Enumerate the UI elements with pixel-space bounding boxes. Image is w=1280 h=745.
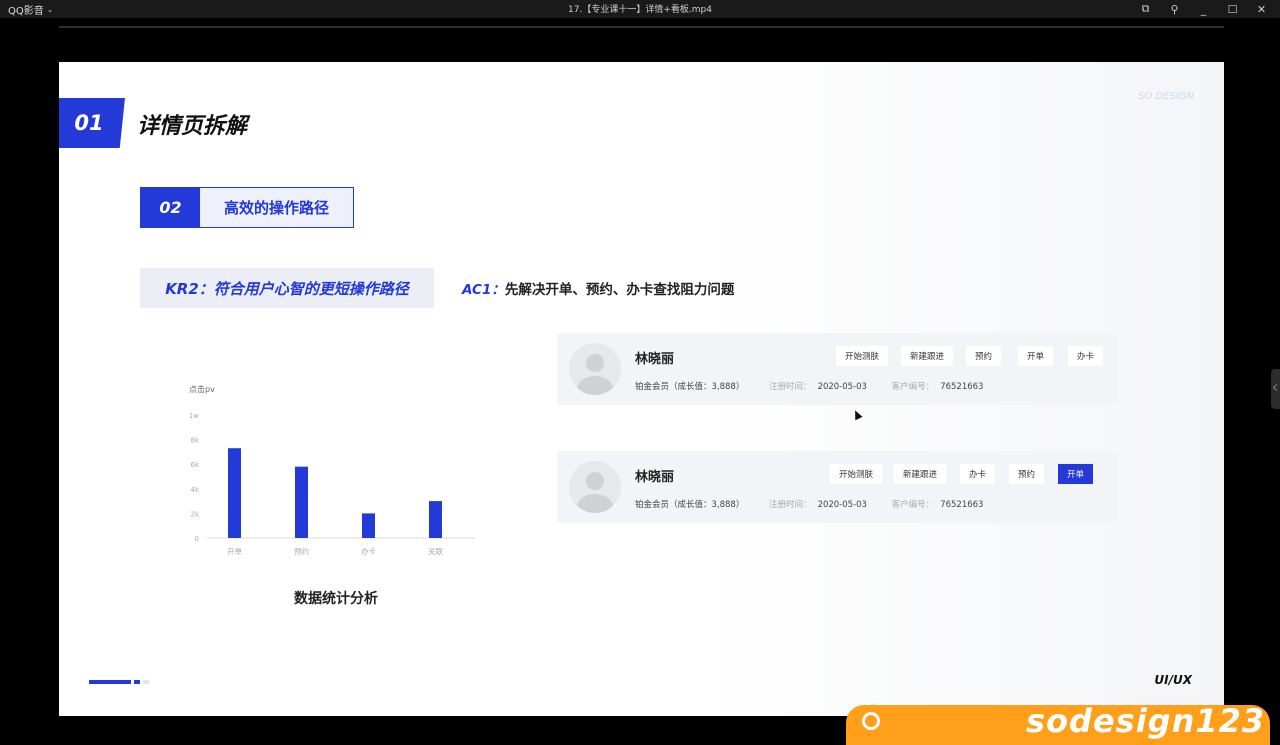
chart-bar (228, 448, 241, 538)
open-order-button[interactable]: 开单 (1058, 464, 1094, 484)
acceptance-criteria: AC1：先解决开单、预约、办卡查找阻力问题 (462, 278, 734, 298)
member-meta: 铂金会员（成长值：3,888） 注册时间： 2020-05-03 客户编号： 765… (635, 380, 989, 392)
member-meta: 铂金会员（成长值：3,888） 注册时间： 2020-05-03 客户编号： 765… (635, 498, 989, 510)
y-tick-label: 4k (190, 486, 199, 494)
pager-dot (89, 680, 131, 684)
section-title: 详情页拆解 (137, 114, 248, 139)
new-follow-up-button[interactable]: 新建跟进 (901, 346, 954, 366)
pager-dot (143, 680, 149, 684)
register-label: 注册时间： (769, 500, 812, 510)
member-name: 林晓丽 (635, 470, 675, 485)
ac-text: 先解决开单、预约、办卡查找阻力问题 (504, 282, 735, 298)
chart-bar (429, 501, 442, 538)
watermark-text: sodesign123 (1026, 705, 1266, 740)
member-name: 林晓丽 (635, 352, 675, 367)
customer-id-label: 客户编号： (891, 500, 935, 510)
y-tick-label: 8k (190, 437, 199, 445)
appointment-button[interactable]: 预约 (1009, 464, 1045, 484)
issue-card-button[interactable]: 办卡 (960, 464, 996, 484)
register-date: 2020-05-03 (817, 382, 867, 392)
progress-strip (59, 26, 1224, 28)
video-frame-slide: 01 详情页拆解 SO DESIGN 02 高效的操作路径 KR2：符合用户心智… (59, 62, 1224, 716)
chart-bar (295, 466, 308, 538)
member-level: 铂金会员（成长值：3,888） (635, 382, 745, 392)
x-tick-label: 开单 (227, 546, 242, 556)
section-number-badge: 01 (59, 98, 125, 148)
player-titlebar: QQ影音 ⌄ 17.【专业课十一】详情+看板.mp4 ⧉ ⚲ _ ☐ ✕ (0, 0, 1280, 18)
member-card: 林晓丽 铂金会员（成长值：3,888） 注册时间： 2020-05-03 客户编号… (557, 451, 1117, 523)
pin-icon[interactable]: ⚲ (1160, 0, 1189, 18)
slide-pager (89, 680, 149, 684)
video-title: 17.【专业课十一】详情+看板.mp4 (568, 5, 712, 15)
click-pv-bar-chart: 点击pv 0 2k 4k 6k 8k 1w 开单 预约 办卡 关联 (189, 384, 475, 556)
member-level: 铂金会员（成长值：3,888） (635, 500, 745, 510)
sub-section-header: 02 高效的操作路径 (140, 187, 354, 228)
watermark-logo: sodesign123 (846, 705, 1270, 745)
new-follow-up-button[interactable]: 新建跟进 (894, 464, 947, 484)
key-result-label: KR2：符合用户心智的更短操作路径 (140, 268, 434, 308)
brand-logo: SO DESIGN (1138, 91, 1194, 102)
avatar (569, 343, 621, 395)
y-tick-label: 1w (189, 412, 199, 420)
start-skin-test-button[interactable]: 开始测肤 (836, 346, 889, 366)
customer-id: 76521663 (940, 382, 984, 392)
appointment-button[interactable]: 预约 (966, 346, 1002, 366)
issue-card-button[interactable]: 办卡 (1068, 346, 1104, 366)
x-tick-label: 关联 (428, 546, 443, 556)
window-controls: ⧉ ⚲ _ ☐ ✕ (1131, 0, 1276, 18)
y-tick-label: 2k (190, 510, 199, 518)
ac-prefix: AC1： (462, 282, 505, 298)
x-tick-label: 办卡 (361, 546, 376, 556)
footer-label: UI/UX (1154, 673, 1192, 687)
open-order-button[interactable]: 开单 (1018, 346, 1054, 366)
customer-id-label: 客户编号： (891, 382, 935, 392)
pager-dot (134, 680, 140, 684)
side-panel-handle[interactable] (1271, 369, 1280, 409)
register-label: 注册时间： (769, 382, 812, 392)
member-card: 林晓丽 铂金会员（成长值：3,888） 注册时间： 2020-05-03 客户编号… (557, 333, 1117, 405)
customer-id: 76521663 (940, 500, 984, 510)
sub-section-title: 高效的操作路径 (223, 199, 329, 217)
screenshot-icon[interactable]: ⧉ (1131, 0, 1160, 18)
start-skin-test-button[interactable]: 开始测肤 (830, 464, 883, 484)
y-tick-label: 0 (195, 535, 199, 543)
register-date: 2020-05-03 (817, 500, 867, 510)
sub-section-number: 02 (141, 188, 200, 227)
y-axis-label: 点击pv (189, 384, 215, 394)
x-tick-label: 预约 (294, 546, 309, 556)
chart-bar (362, 513, 375, 538)
minimize-icon[interactable]: _ (1189, 0, 1218, 18)
y-tick-label: 6k (190, 461, 199, 469)
close-icon[interactable]: ✕ (1247, 0, 1276, 18)
sun-icon (862, 712, 880, 730)
chart-caption: 数据统计分析 (294, 591, 378, 607)
maximize-icon[interactable]: ☐ (1218, 0, 1247, 18)
avatar (569, 461, 621, 513)
